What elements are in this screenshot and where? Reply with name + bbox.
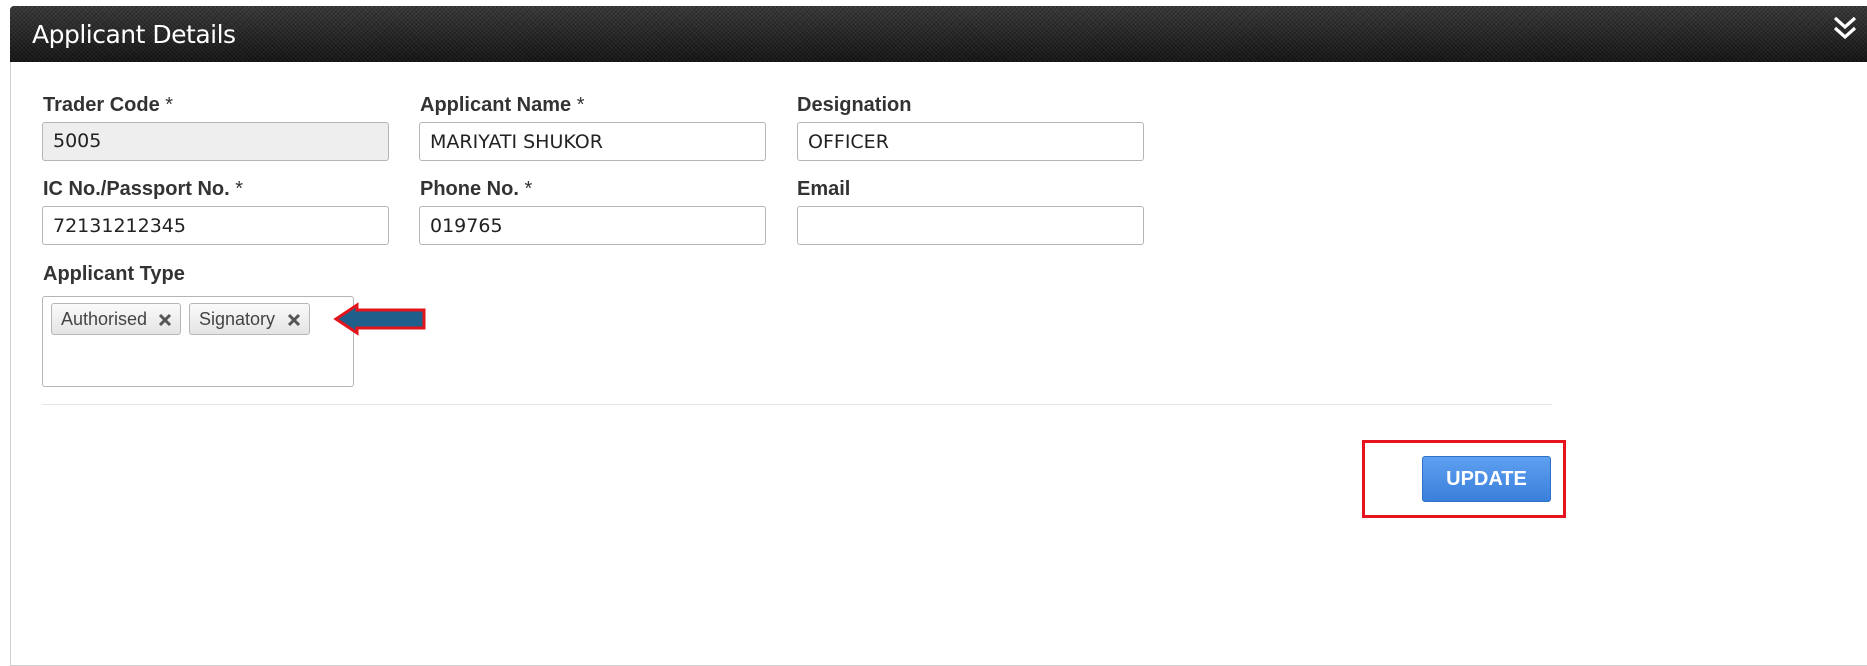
trader-code-label: Trader Code * — [43, 94, 173, 117]
tag-label: Authorised — [61, 309, 148, 329]
double-chevron-down-icon[interactable] — [1832, 14, 1858, 42]
email-field[interactable] — [797, 206, 1144, 245]
applicant-type-label: Applicant Type — [43, 263, 185, 285]
trader-code-label-text: Trader Code — [43, 94, 160, 116]
arrow-left-icon — [333, 302, 426, 336]
applicant-name-label-text: Applicant Name — [420, 94, 572, 116]
phone-label: Phone No. * — [420, 178, 532, 201]
ic-passport-field[interactable] — [42, 206, 389, 245]
ic-passport-label-text: IC No./Passport No. — [43, 178, 230, 200]
phone-label-text: Phone No. — [420, 178, 519, 200]
close-icon[interactable] — [287, 313, 301, 327]
trader-code-field: 5005 — [42, 122, 389, 161]
applicant-type-multiselect[interactable]: Authorised Signatory — [42, 296, 354, 387]
designation-field[interactable] — [797, 122, 1144, 161]
panel-header: Applicant Details — [10, 6, 1867, 62]
applicant-name-field[interactable] — [419, 122, 766, 161]
required-mark: * — [518, 178, 533, 200]
panel-title: Applicant Details — [32, 20, 236, 49]
required-mark: * — [159, 94, 174, 116]
required-mark: * — [571, 94, 585, 116]
phone-field[interactable] — [419, 206, 766, 245]
tag-label: Signatory — [199, 309, 276, 329]
required-mark: * — [229, 178, 244, 200]
tag-signatory: Signatory — [189, 303, 310, 335]
tag-authorised: Authorised — [51, 303, 181, 335]
annotation-highlight-box — [1362, 440, 1566, 518]
email-label: Email — [797, 178, 851, 200]
designation-label: Designation — [797, 94, 912, 116]
form-divider — [42, 404, 1552, 405]
ic-passport-label: IC No./Passport No. * — [43, 178, 243, 201]
applicant-name-label: Applicant Name * — [420, 94, 585, 117]
close-icon[interactable] — [158, 313, 172, 327]
